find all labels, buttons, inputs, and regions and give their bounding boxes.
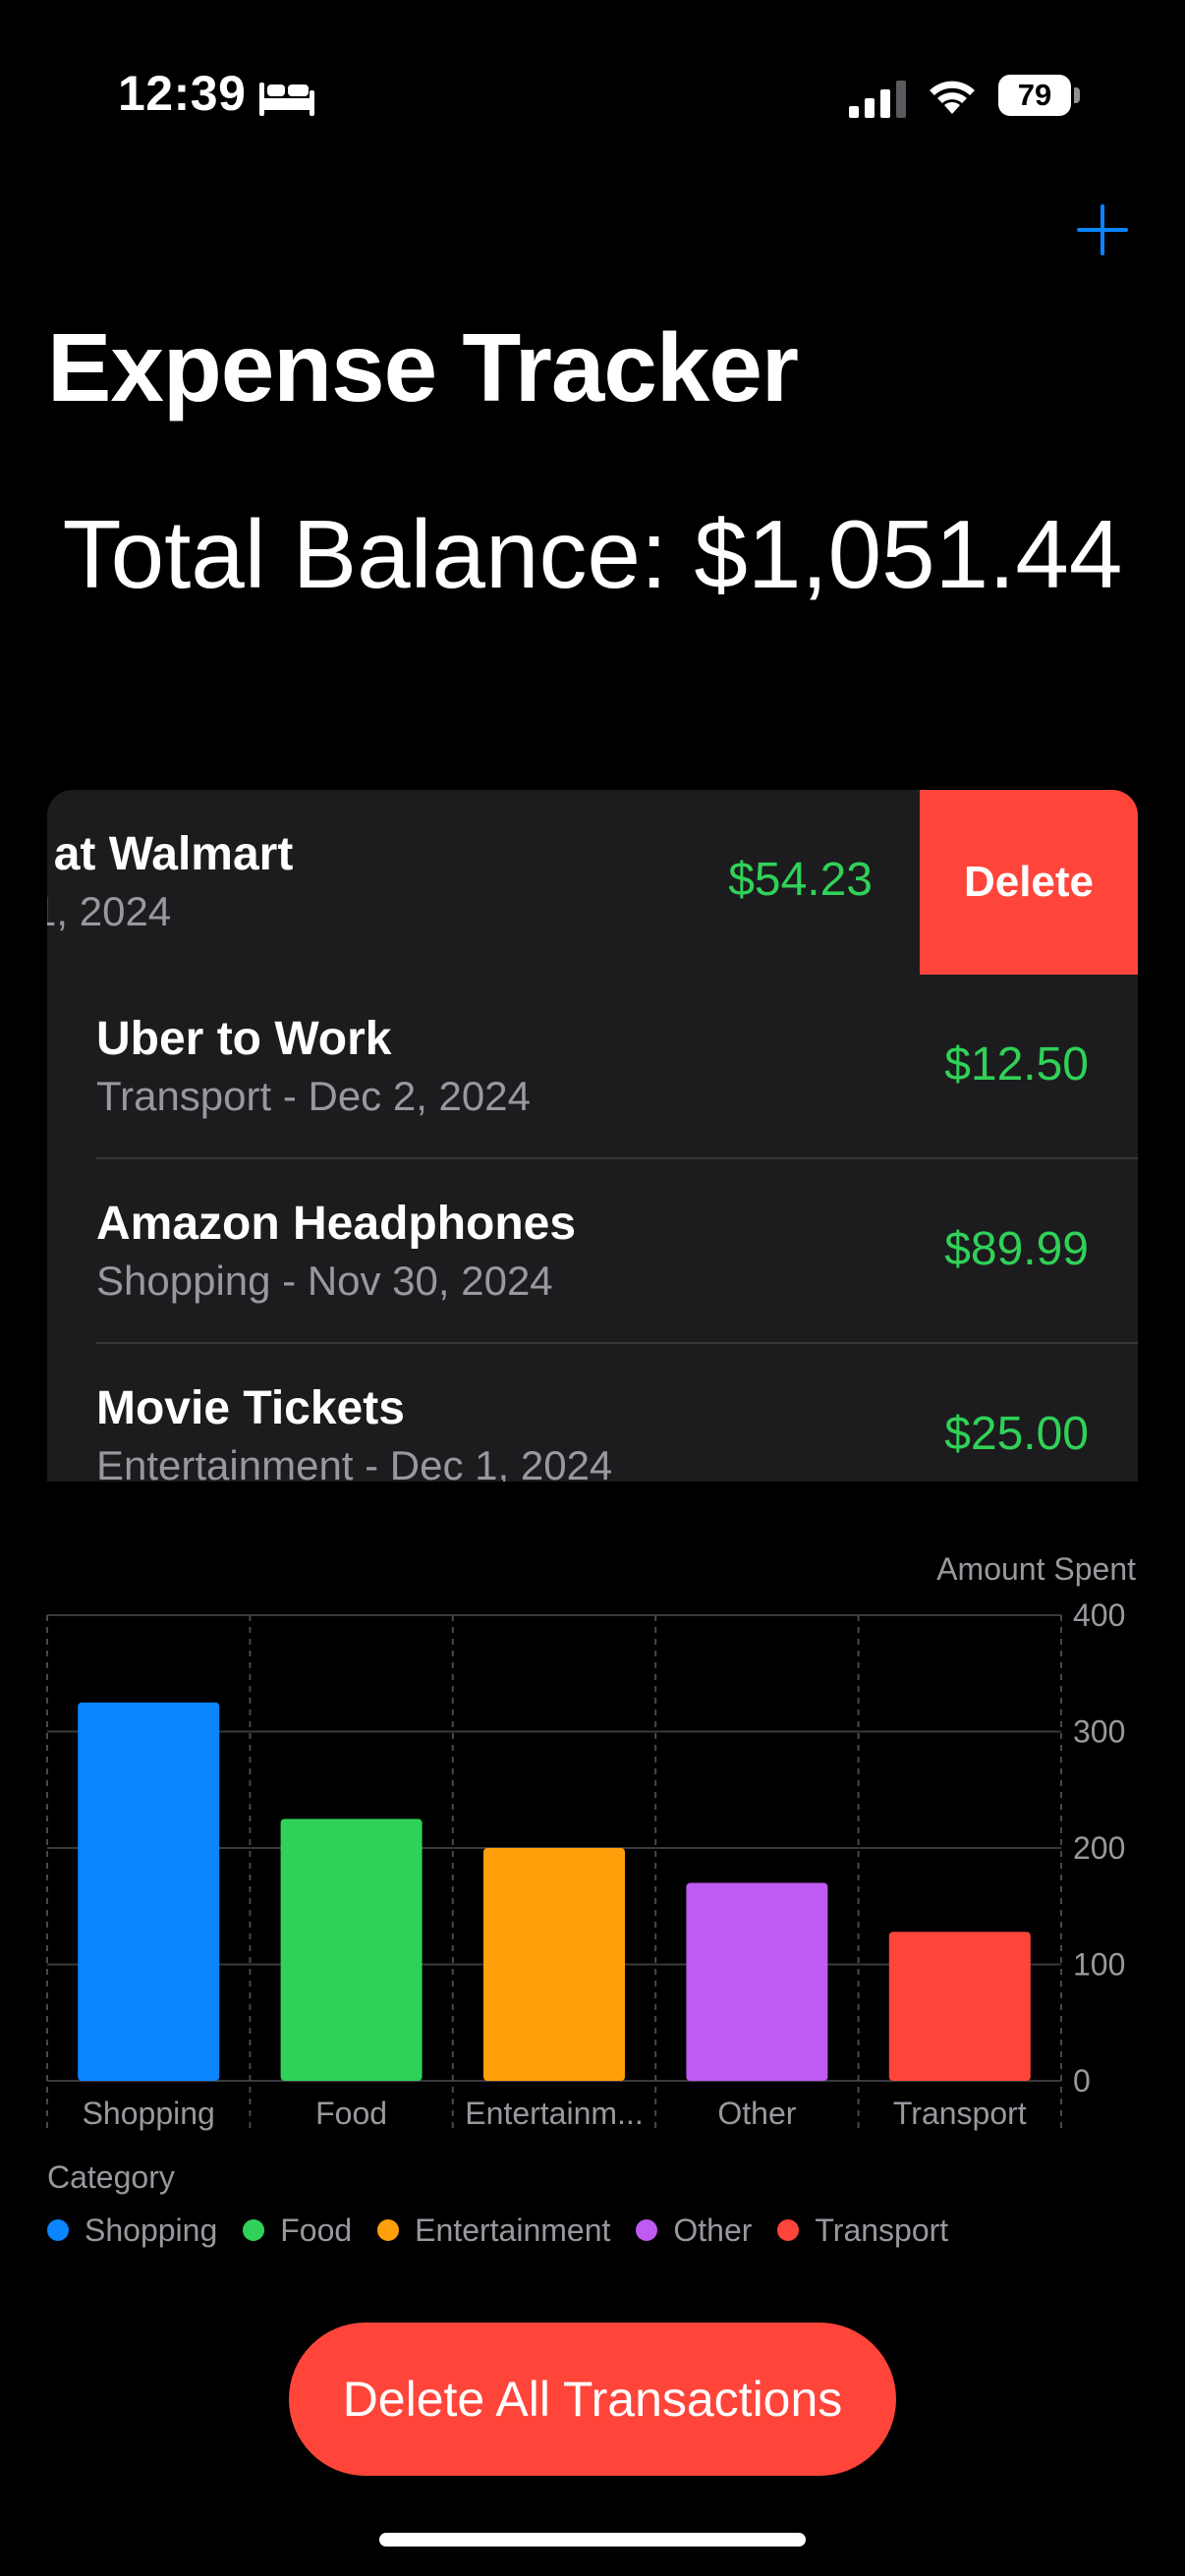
swipe-delete-button[interactable]: Delete [920, 790, 1138, 975]
plus-icon[interactable] [1073, 200, 1132, 259]
spending-bar-chart: Amount Spent 0 100 200 300 400 Shopping Food Ent… [46, 1551, 1136, 2131]
x-tick-label: Transport [893, 2096, 1027, 2131]
battery-indicator: 79 [998, 75, 1081, 116]
legend-title: Category [47, 2159, 175, 2195]
transaction-title: es at Walmart [47, 828, 294, 880]
legend-item: Food [243, 2212, 352, 2249]
legend-item: Entertainment [377, 2212, 610, 2249]
transaction-subtitle: ec 1, 2024 [47, 888, 172, 934]
legend-label: Transport [815, 2212, 949, 2248]
legend-dot [636, 2219, 658, 2241]
transaction-list[interactable]: es at Walmart ec 1, 2024 $54.23 Delete U… [47, 790, 1138, 1482]
home-indicator[interactable] [379, 2533, 806, 2547]
y-tick-label: 100 [1073, 1947, 1125, 1983]
transaction-row[interactable]: Amazon Headphones Shopping - Nov 30, 202… [47, 1159, 1138, 1344]
bar [280, 1819, 423, 2081]
x-tick-label: Entertainm... [465, 2096, 643, 2131]
legend-dot [377, 2219, 400, 2241]
transaction-amount: $25.00 [944, 1408, 1089, 1460]
legend-item: Shopping [47, 2212, 217, 2249]
bar [686, 1882, 828, 2081]
delete-all-transactions-button[interactable]: Delete All Transactions [289, 2323, 896, 2476]
legend-label: Entertainment [415, 2212, 611, 2248]
transaction-amount: $54.23 [728, 854, 873, 906]
transaction-subtitle: Shopping - Nov 30, 2024 [96, 1258, 553, 1304]
x-tick-label: Other [717, 2096, 796, 2131]
cellular-signal-icon [849, 81, 906, 118]
x-tick-label: Shopping [83, 2096, 215, 2131]
transaction-row[interactable]: Movie Tickets Entertainment - Dec 1, 202… [47, 1344, 1138, 1482]
legend-label: Food [280, 2212, 353, 2248]
transaction-title: Uber to Work [96, 1013, 392, 1065]
legend-dot [777, 2219, 800, 2241]
legend-dot [47, 2219, 69, 2241]
legend-item: Transport [777, 2212, 948, 2249]
legend-dot [243, 2219, 265, 2241]
bed-icon [259, 83, 314, 116]
status-time: 12:39 [118, 66, 247, 121]
transaction-subtitle: Transport - Dec 2, 2024 [96, 1073, 531, 1119]
bar [78, 1702, 220, 2081]
transaction-row[interactable]: Uber to Work Transport - Dec 2, 2024 $12… [47, 975, 1138, 1159]
y-tick-label: 0 [1073, 2063, 1091, 2099]
total-balance: Total Balance: $1,051.44 [62, 500, 1123, 608]
battery-level: 79 [998, 75, 1071, 116]
legend-label: Other [673, 2212, 753, 2248]
transaction-row[interactable]: es at Walmart ec 1, 2024 $54.23 Delete [47, 790, 1138, 975]
y-axis-title: Amount Spent [936, 1551, 1136, 1587]
transaction-title: Amazon Headphones [96, 1198, 577, 1250]
page-title: Expense Tracker [47, 313, 799, 421]
chart-legend: Shopping Food Entertainment Other Transport [47, 2211, 974, 2250]
x-tick-label: Food [315, 2096, 387, 2131]
wifi-icon [930, 81, 975, 114]
bar [483, 1848, 625, 2081]
transaction-subtitle: Entertainment - Dec 1, 2024 [96, 1442, 613, 1482]
legend-item: Other [636, 2212, 752, 2249]
transaction-title: Movie Tickets [96, 1382, 405, 1434]
bar [888, 1932, 1031, 2081]
y-tick-label: 200 [1073, 1830, 1125, 1866]
transaction-amount: $89.99 [944, 1223, 1089, 1275]
y-tick-label: 300 [1073, 1714, 1125, 1750]
transaction-amount: $12.50 [944, 1038, 1089, 1091]
battery-tip [1074, 87, 1080, 103]
y-tick-label: 400 [1073, 1597, 1125, 1633]
legend-label: Shopping [85, 2212, 218, 2248]
